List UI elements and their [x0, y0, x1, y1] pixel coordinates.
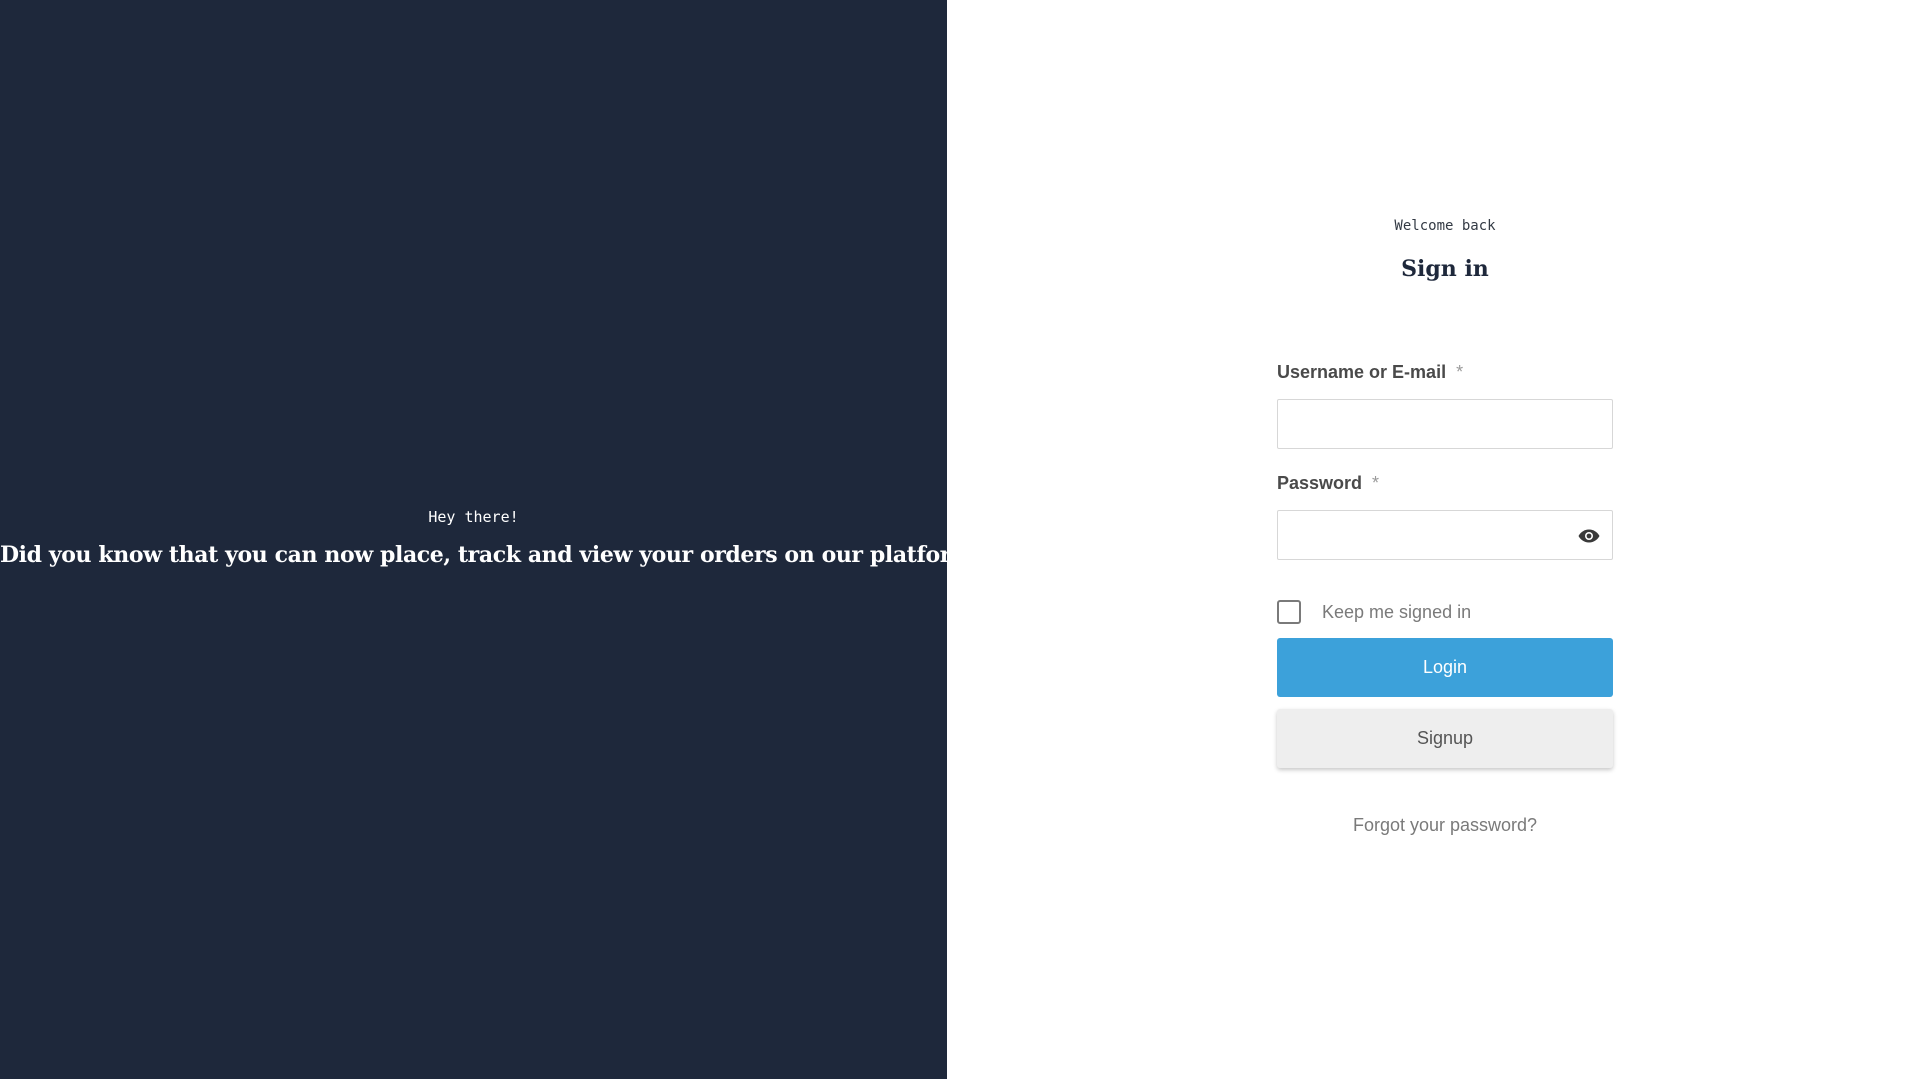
- welcome-text: Welcome back: [1394, 218, 1496, 234]
- username-label-text: Username or E-mail: [1277, 362, 1447, 382]
- keep-signed-in[interactable]: Keep me signed in: [1277, 600, 1471, 624]
- auth-panel: Welcome back Sign in Username or E-mail *…: [947, 0, 1919, 1079]
- show-password-toggle[interactable]: [1578, 525, 1600, 547]
- required-mark: *: [1456, 362, 1464, 382]
- login-page: Hey there! Did you know that you can now…: [0, 0, 1919, 1079]
- signup-button[interactable]: Signup: [1277, 709, 1613, 768]
- forgot-password-link[interactable]: Forgot your password?: [1277, 815, 1613, 836]
- eye-icon: [1578, 529, 1600, 543]
- hero-panel: Hey there! Did you know that you can now…: [0, 0, 987, 1079]
- password-label: Password *: [1277, 473, 1379, 494]
- username-field-box: [1277, 399, 1613, 449]
- keep-signed-in-label: Keep me signed in: [1322, 601, 1472, 622]
- password-field-box: [1277, 510, 1613, 560]
- login-button[interactable]: Login: [1277, 638, 1613, 697]
- password-input[interactable]: [1278, 511, 1612, 559]
- hero-kicker: Hey there!: [428, 508, 519, 526]
- username-label: Username or E-mail *: [1277, 362, 1463, 383]
- hero-headline: Did you know that you can now place, tra…: [0, 542, 987, 568]
- username-input[interactable]: [1278, 400, 1612, 448]
- page-title: Sign in: [1401, 256, 1489, 282]
- keep-signed-in-checkbox[interactable]: [1277, 600, 1301, 624]
- required-mark: *: [1372, 473, 1380, 493]
- password-label-text: Password: [1277, 473, 1363, 493]
